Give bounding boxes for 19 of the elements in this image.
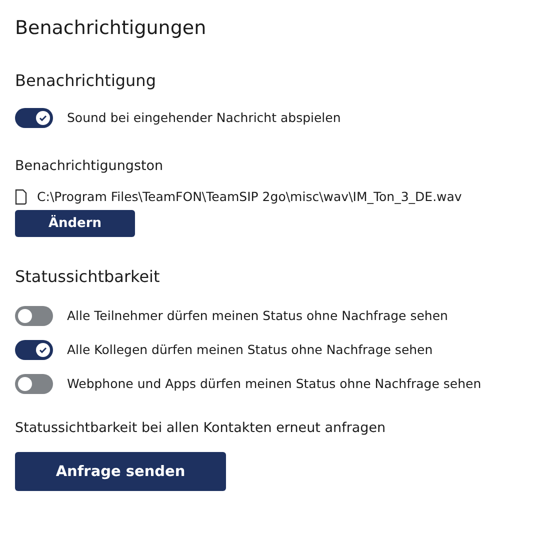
check-icon [38,345,48,355]
toggle-label: Alle Teilnehmer dürfen meinen Status ohne Nachfrage sehen [67,307,448,325]
toggle-label: Webphone und Apps dürfen meinen Status ohne Nachfrage sehen [67,375,482,393]
toggle-switch[interactable] [15,108,53,128]
send-request-button[interactable]: Anfrage senden [15,452,226,491]
file-icon [15,189,27,205]
toggle-switch[interactable] [15,340,53,360]
toggle-switch[interactable] [15,374,53,394]
request-text: Statussichtbarkeit bei allen Kontakten erneut anfragen [15,419,387,438]
file-path: C:\Program Files\TeamFON\TeamSIP 2go\misc\wav\IM_Ton_3_DE.wav [37,188,462,206]
section-heading: Benachrichtigung [15,70,157,92]
change-button[interactable]: Ändern [15,210,135,237]
toggle-label: Sound bei eingehender Nachricht abspielen [67,109,341,127]
section-heading: Statussichtbarkeit [15,266,161,288]
toggle-label: Alle Kollegen dürfen meinen Status ohne Nachfrage sehen [67,341,433,359]
page-title: Benachrichtigungen [15,16,208,41]
toggle-switch[interactable] [15,306,53,326]
check-icon [38,113,48,123]
field-label: Benachrichtigungston [15,157,164,176]
